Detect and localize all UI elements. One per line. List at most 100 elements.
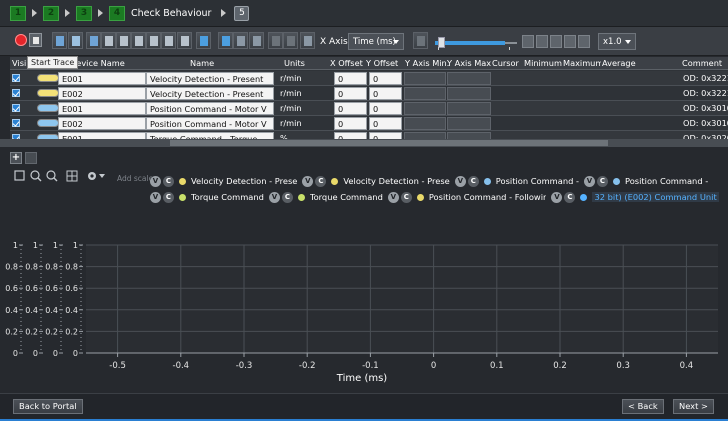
cursor-icon[interactable] (101, 32, 116, 49)
layout-icon[interactable] (218, 32, 233, 49)
legend-item-label[interactable]: Velocity Detection - Prese (343, 176, 449, 186)
pause-icon[interactable] (564, 35, 576, 48)
chart-layout-button[interactable] (25, 152, 37, 164)
y-axis-max-cell[interactable] (447, 87, 491, 100)
table-icon[interactable] (86, 32, 101, 49)
breadcrumb-step-4[interactable]: 4 (109, 5, 125, 21)
cursor-toggle-icon[interactable]: C (467, 175, 479, 187)
x-offset-cell[interactable]: 0 (334, 72, 367, 85)
column-header-name[interactable]: Name (190, 57, 250, 70)
visibility-toggle-icon[interactable]: V (150, 175, 161, 187)
scrollbar-thumb[interactable] (170, 140, 608, 146)
y-axis-min-cell[interactable] (404, 87, 446, 100)
settings-icon[interactable] (300, 32, 315, 49)
previous-icon[interactable] (522, 35, 534, 48)
add-chart-button[interactable]: + (10, 152, 22, 164)
legend-item-label[interactable]: Position Command - (496, 176, 579, 186)
table-horizontal-scrollbar[interactable] (0, 139, 728, 147)
visible-checkbox[interactable] (12, 104, 20, 112)
image-icon[interactable] (249, 32, 264, 49)
zoom-in-icon[interactable] (30, 170, 42, 182)
back-button[interactable]: < Back (622, 399, 664, 414)
x-offset-cell[interactable]: 0 (334, 87, 367, 100)
breadcrumb-step-3[interactable]: 3 (76, 5, 92, 21)
stop-trace-button[interactable] (29, 33, 42, 47)
next-icon[interactable] (578, 35, 590, 48)
column-header-cursor[interactable]: Cursor (492, 57, 522, 70)
visibility-toggle-icon[interactable]: V (584, 175, 595, 187)
x-offset-cell[interactable]: 0 (334, 117, 367, 130)
table-row[interactable]: E002 Velocity Detection - Present r/min 0 0 O… (10, 86, 728, 101)
y-offset-cell[interactable]: 0 (369, 102, 402, 115)
time-range-slider[interactable] (435, 35, 517, 50)
split-view-icon[interactable] (233, 32, 248, 49)
add-scale-label[interactable]: Add scale (117, 174, 153, 183)
column-header-units[interactable]: Units (284, 57, 324, 70)
play-icon[interactable] (536, 35, 548, 48)
column-header-minimum[interactable]: Minimum (524, 57, 562, 70)
y-offset-cell[interactable]: 0 (369, 72, 402, 85)
zoom-select[interactable]: x1.0 (598, 33, 636, 50)
variable-name-cell[interactable]: Position Command - Motor V (146, 102, 274, 115)
column-header-y-axis-max[interactable]: Y Axis Max. (447, 57, 491, 70)
save-icon[interactable] (52, 32, 67, 49)
series-color-swatch[interactable] (37, 74, 59, 82)
variable-name-cell[interactable]: Position Command - Motor V (146, 117, 274, 130)
x-offset-cell[interactable]: 0 (334, 102, 367, 115)
column-header-y-offset[interactable]: Y Offset (366, 57, 404, 70)
y-offset-cell[interactable]: 0 (369, 87, 402, 100)
cursor-toggle-icon[interactable]: C (597, 175, 608, 187)
visible-checkbox[interactable] (12, 89, 20, 97)
breadcrumb-step-badge[interactable]: 5 (234, 5, 250, 21)
grid-icon[interactable] (66, 170, 78, 182)
step-icon[interactable] (550, 35, 562, 48)
column-header-x-offset[interactable]: X Offset (330, 57, 368, 70)
back-to-portal-button[interactable]: Back to Portal (13, 399, 83, 414)
legend-item-label[interactable]: Position Command - (625, 176, 708, 186)
export-icon[interactable] (268, 32, 283, 49)
visibility-toggle-icon[interactable]: V (454, 175, 466, 187)
slider-thumb[interactable] (438, 37, 445, 48)
wave-icon[interactable] (146, 32, 161, 49)
chart-icon[interactable] (196, 32, 211, 49)
device-name-cell[interactable]: E001 (58, 72, 146, 85)
variable-name-cell[interactable]: Velocity Detection - Present (146, 72, 274, 85)
column-header-y-axis-min[interactable]: Y Axis Min. (405, 57, 449, 70)
import-icon[interactable] (283, 32, 298, 49)
start-trace-button[interactable] (15, 34, 27, 46)
gear-icon[interactable] (86, 170, 106, 182)
device-name-cell[interactable]: E002 (58, 87, 146, 100)
series-color-swatch[interactable] (37, 119, 59, 127)
cursor-toggle-icon[interactable]: C (315, 175, 327, 187)
column-header-maximum[interactable]: Maximum (563, 57, 601, 70)
visible-checkbox[interactable] (12, 119, 20, 127)
breadcrumb-step-2[interactable]: 2 (43, 5, 59, 21)
trigger-icon[interactable] (161, 32, 176, 49)
y-axis-min-cell[interactable] (404, 72, 446, 85)
device-name-cell[interactable]: E002 (58, 117, 146, 130)
grid-icon[interactable] (177, 32, 192, 49)
trace-chart[interactable]: -0.5 -0.4 -0.3 -0.2 -0.1 0 0.1 0.2 0.3 0.4 0 0 0 0 0.2… (0, 198, 728, 393)
load-icon[interactable] (68, 32, 83, 49)
column-header-comment[interactable]: Comment (682, 57, 728, 70)
column-header-average[interactable]: Average (602, 57, 640, 70)
zoom-area-icon[interactable] (14, 170, 26, 182)
y-axis-max-cell[interactable] (447, 117, 491, 130)
visibility-toggle-icon[interactable]: V (302, 175, 314, 187)
y-axis-max-cell[interactable] (447, 102, 491, 115)
y-axis-min-cell[interactable] (404, 102, 446, 115)
breadcrumb-step-1[interactable]: 1 (10, 5, 26, 21)
y-offset-cell[interactable]: 0 (369, 117, 402, 130)
visible-checkbox[interactable] (12, 74, 20, 82)
text-cursor-icon[interactable] (116, 32, 131, 49)
measure-icon[interactable] (131, 32, 146, 49)
column-header-device-name[interactable]: Device Name (70, 57, 150, 70)
zoom-out-icon[interactable] (413, 32, 428, 49)
zoom-out-icon[interactable] (46, 170, 58, 182)
next-button[interactable]: Next > (673, 399, 714, 414)
table-row[interactable]: E002 Position Command - Motor V r/min 0 0 OD:… (10, 116, 728, 131)
legend-item-label[interactable]: Velocity Detection - Prese (191, 176, 297, 186)
series-color-swatch[interactable] (37, 104, 59, 112)
series-color-swatch[interactable] (37, 89, 59, 97)
y-axis-min-cell[interactable] (404, 117, 446, 130)
